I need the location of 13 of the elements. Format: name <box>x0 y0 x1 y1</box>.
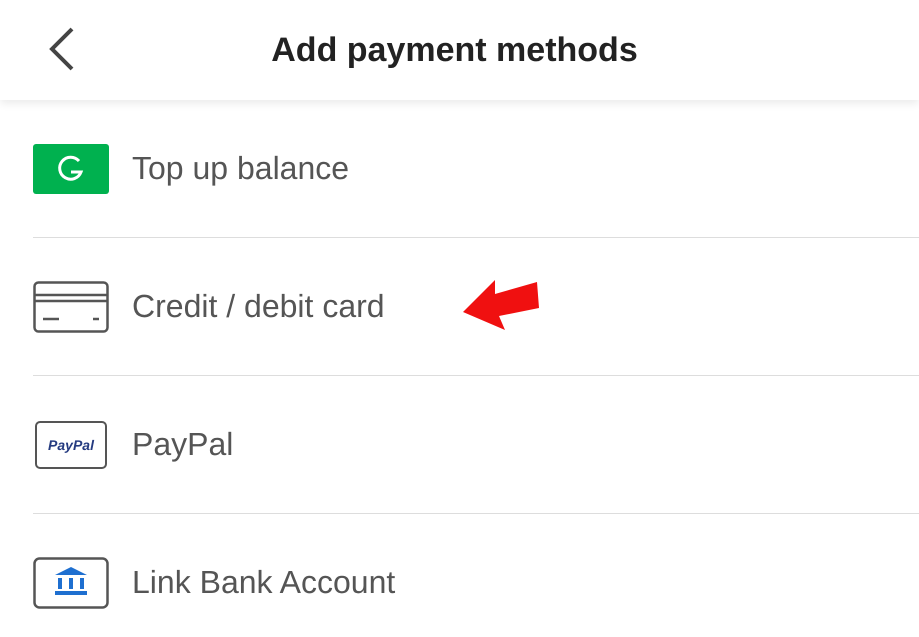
payment-method-item[interactable]: Credit / debit card <box>33 238 919 376</box>
payment-method-item[interactable]: PayPal PayPal <box>33 376 919 514</box>
paypal-logo: PayPal <box>35 420 107 468</box>
method-label: PayPal <box>132 426 234 463</box>
card-icon <box>33 280 109 332</box>
method-label: Link Bank Account <box>132 564 396 601</box>
page-title: Add payment methods <box>271 30 638 70</box>
balance-logo-icon <box>33 144 109 194</box>
bank-icon <box>33 556 109 608</box>
method-label: Top up balance <box>132 150 350 187</box>
method-label: Credit / debit card <box>132 288 385 325</box>
payment-method-item[interactable]: Link Bank Account <box>33 514 919 637</box>
payment-method-item[interactable]: Top up balance <box>33 100 919 238</box>
